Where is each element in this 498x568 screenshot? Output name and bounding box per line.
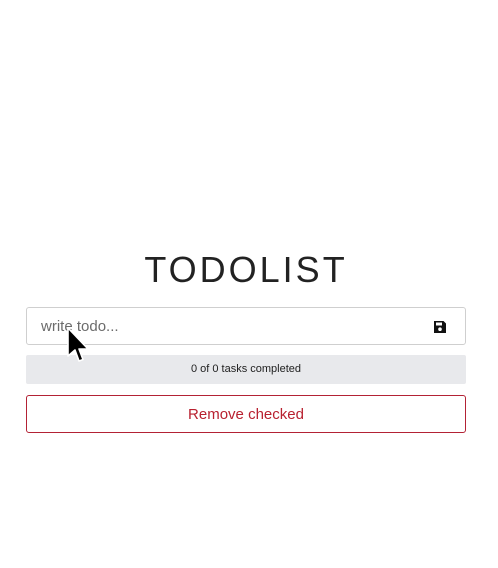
floppy-disk-icon bbox=[434, 321, 446, 333]
page-title: TODOLIST bbox=[144, 249, 348, 290]
todo-app: TODOLIST 0 of 0 tasks completed Remove c… bbox=[26, 248, 466, 433]
remove-checked-button[interactable]: Remove checked bbox=[26, 395, 466, 433]
todo-input-row bbox=[26, 307, 466, 345]
save-button[interactable] bbox=[433, 320, 447, 334]
todo-input[interactable] bbox=[27, 308, 465, 344]
progress-status: 0 of 0 tasks completed bbox=[26, 355, 466, 384]
